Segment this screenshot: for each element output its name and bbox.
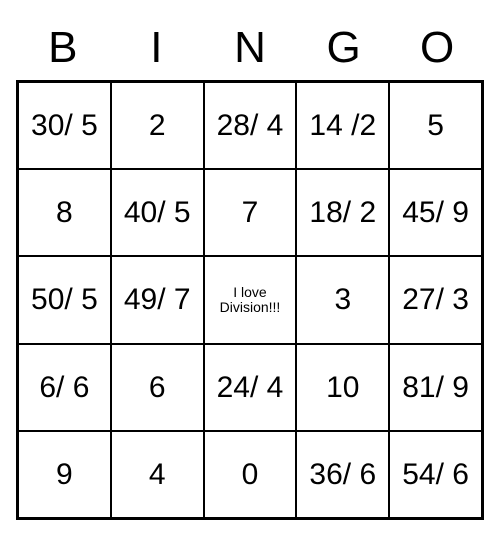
cell-0-2[interactable]: 28/ 4 [204, 82, 297, 169]
cell-3-1[interactable]: 6 [111, 344, 204, 431]
cell-3-4[interactable]: 81/ 9 [389, 344, 482, 431]
bingo-header: B I N G O [16, 16, 484, 80]
cell-3-2[interactable]: 24/ 4 [204, 344, 297, 431]
cell-1-1[interactable]: 40/ 5 [111, 169, 204, 256]
header-i: I [110, 16, 204, 80]
cell-0-3[interactable]: 14 /2 [296, 82, 389, 169]
cell-1-4[interactable]: 45/ 9 [389, 169, 482, 256]
header-g: G [297, 16, 391, 80]
header-n: N [203, 16, 297, 80]
cell-2-3[interactable]: 3 [296, 256, 389, 343]
header-o: O [390, 16, 484, 80]
cell-0-4[interactable]: 5 [389, 82, 482, 169]
cell-4-1[interactable]: 4 [111, 431, 204, 518]
cell-3-0[interactable]: 6/ 6 [18, 344, 111, 431]
cell-2-4[interactable]: 27/ 3 [389, 256, 482, 343]
cell-4-2[interactable]: 0 [204, 431, 297, 518]
bingo-card: B I N G O 30/ 5 2 28/ 4 14 /2 5 8 40/ 5 … [16, 16, 484, 520]
cell-1-2[interactable]: 7 [204, 169, 297, 256]
cell-1-0[interactable]: 8 [18, 169, 111, 256]
header-b: B [16, 16, 110, 80]
cell-0-1[interactable]: 2 [111, 82, 204, 169]
cell-2-0[interactable]: 50/ 5 [18, 256, 111, 343]
cell-0-0[interactable]: 30/ 5 [18, 82, 111, 169]
cell-4-3[interactable]: 36/ 6 [296, 431, 389, 518]
cell-1-3[interactable]: 18/ 2 [296, 169, 389, 256]
bingo-grid: 30/ 5 2 28/ 4 14 /2 5 8 40/ 5 7 18/ 2 45… [16, 80, 484, 520]
cell-4-4[interactable]: 54/ 6 [389, 431, 482, 518]
cell-3-3[interactable]: 10 [296, 344, 389, 431]
cell-free[interactable]: I love Division!!! [204, 256, 297, 343]
cell-4-0[interactable]: 9 [18, 431, 111, 518]
cell-2-1[interactable]: 49/ 7 [111, 256, 204, 343]
